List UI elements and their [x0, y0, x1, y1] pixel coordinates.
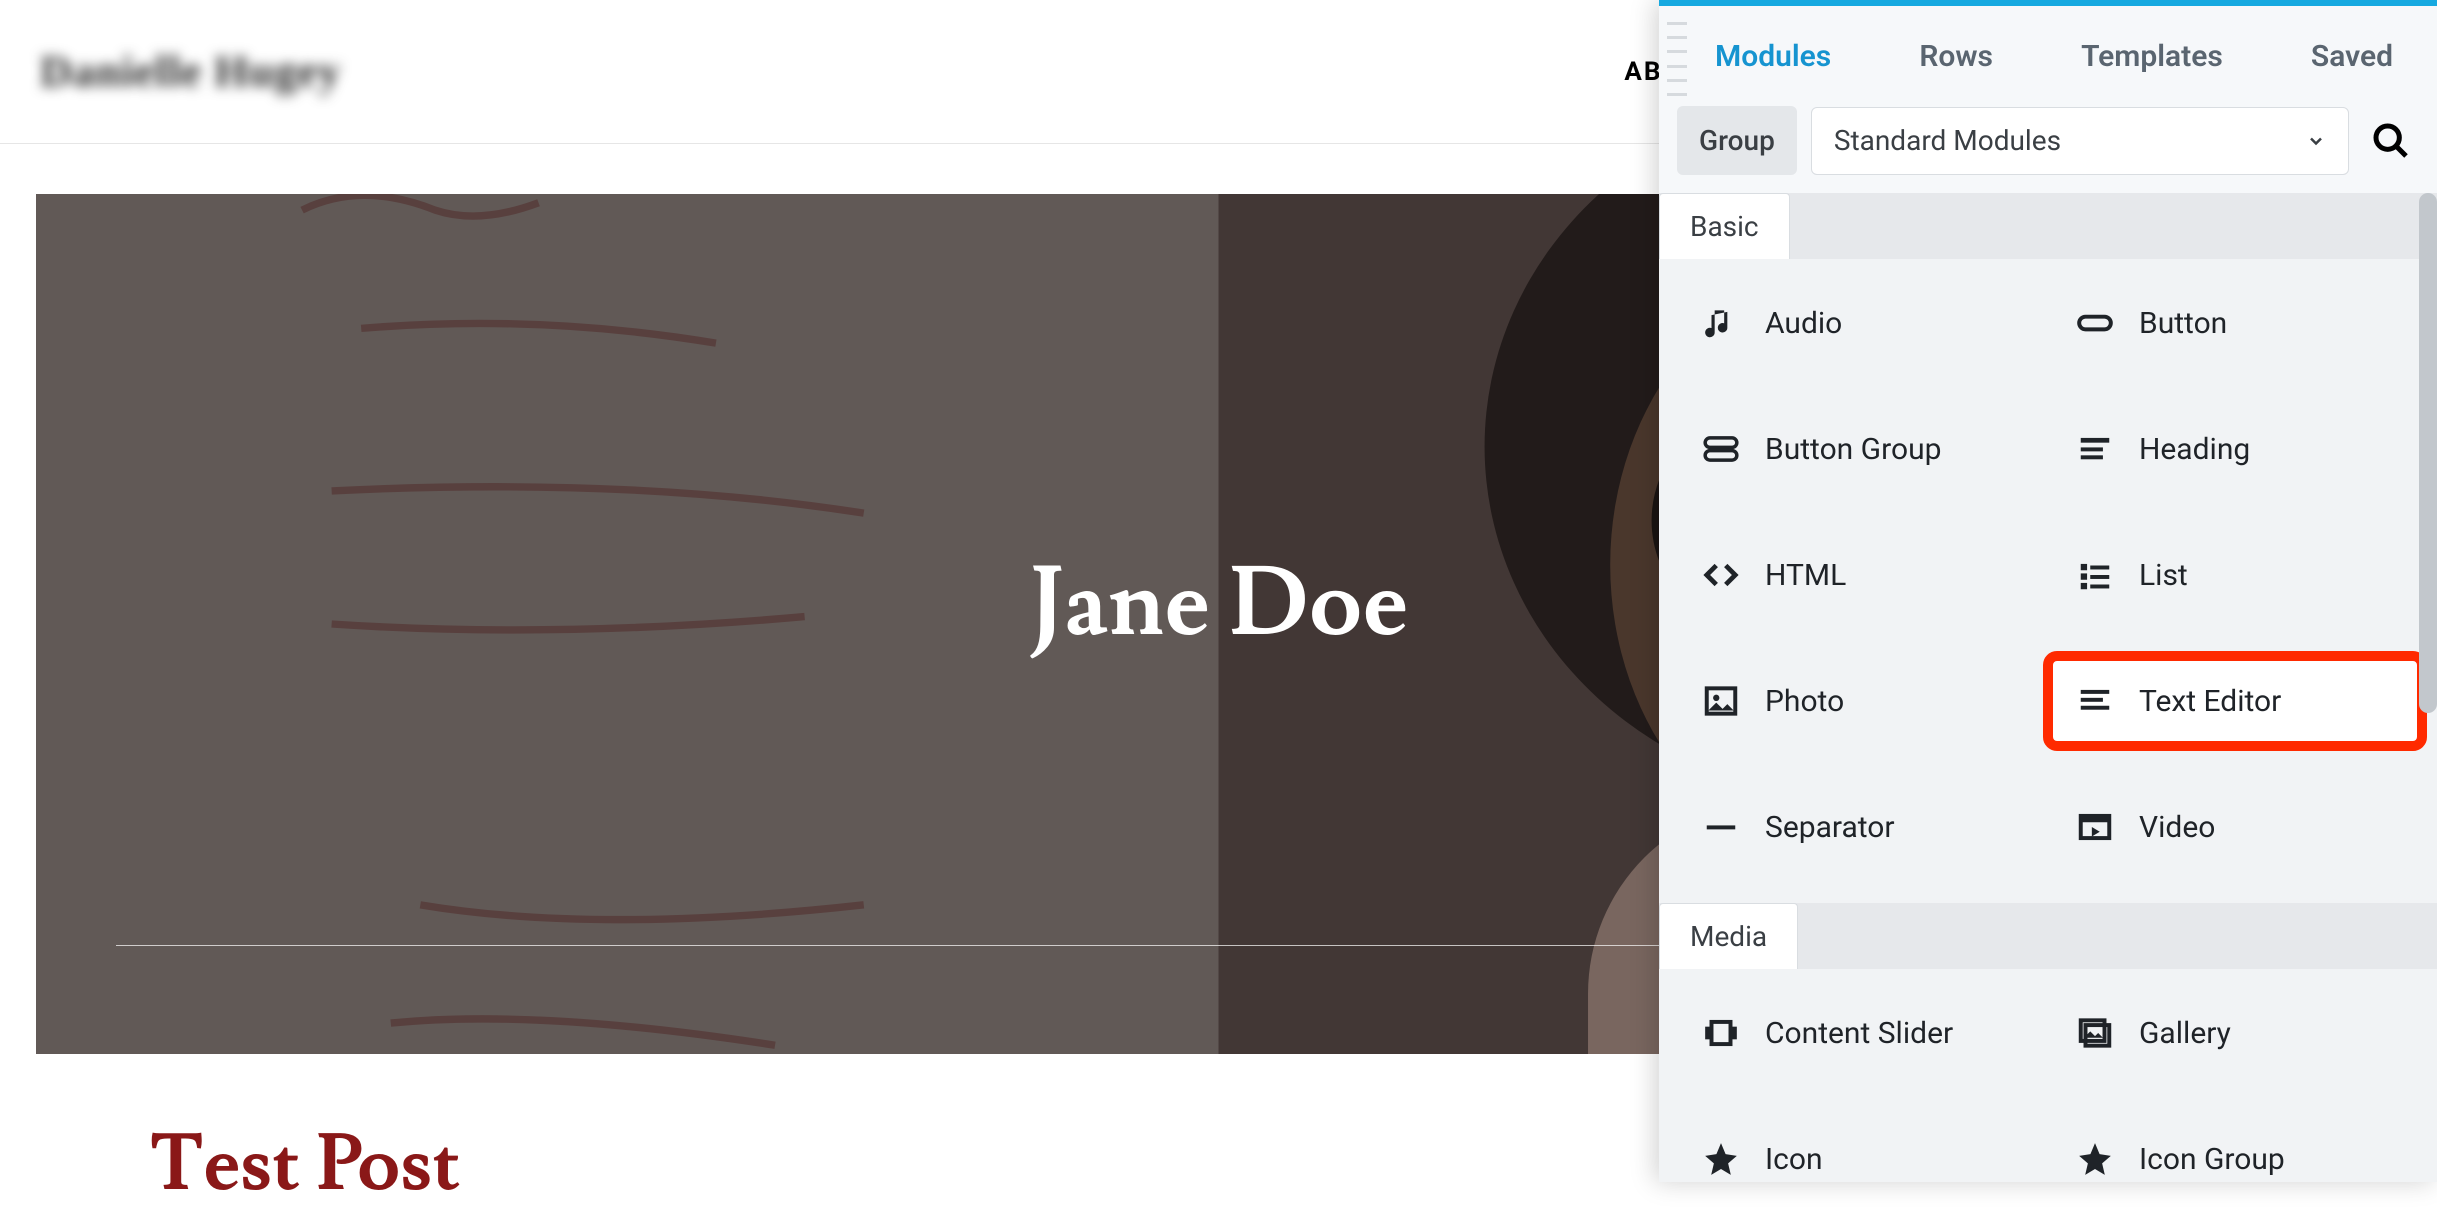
- button-icon: [2075, 303, 2115, 343]
- star-icon: [2075, 1139, 2115, 1179]
- audio-icon: [1701, 303, 1741, 343]
- separator-icon: [1701, 807, 1741, 847]
- module-label: Video: [2139, 810, 2215, 845]
- module-photo[interactable]: Photo: [1679, 661, 2043, 741]
- panel-drag-handle[interactable]: [1667, 16, 1687, 102]
- panel-caret-icon: [2311, 0, 2347, 6]
- module-label: Audio: [1765, 306, 1842, 341]
- chevron-down-icon: [2306, 131, 2326, 151]
- module-button-group[interactable]: Button Group: [1679, 409, 2043, 489]
- section-tab-media[interactable]: Media: [1659, 903, 1798, 969]
- section-tab-basic[interactable]: Basic: [1659, 193, 1790, 259]
- module-label: Photo: [1765, 684, 1844, 719]
- module-html[interactable]: HTML: [1679, 535, 2043, 615]
- module-label: Text Editor: [2139, 684, 2281, 719]
- panel-body: Basic Audio Button Button Group Heading: [1659, 193, 2437, 1182]
- module-icon-group[interactable]: Icon Group: [2053, 1119, 2417, 1182]
- module-label: Gallery: [2139, 1016, 2231, 1051]
- module-label: Icon: [1765, 1142, 1823, 1177]
- module-label: Button Group: [1765, 432, 1941, 467]
- builder-panel: Modules Rows Templates Saved Group Stand…: [1659, 0, 2437, 1182]
- module-grid-basic: Audio Button Button Group Heading HTML L: [1659, 259, 2437, 903]
- content-slider-icon: [1701, 1013, 1741, 1053]
- module-text-editor[interactable]: Text Editor: [2053, 661, 2417, 741]
- module-label: Separator: [1765, 810, 1895, 845]
- photo-icon: [1701, 681, 1741, 721]
- module-label: HTML: [1765, 558, 1846, 593]
- module-label: Content Slider: [1765, 1016, 1953, 1051]
- site-logo[interactable]: Danielle Hugey: [40, 46, 341, 97]
- list-icon: [2075, 555, 2115, 595]
- button-group-icon: [1701, 429, 1741, 469]
- tab-modules[interactable]: Modules: [1715, 39, 1831, 74]
- module-button[interactable]: Button: [2053, 283, 2417, 363]
- module-label: List: [2139, 558, 2188, 593]
- scrollbar[interactable]: [2419, 193, 2437, 713]
- module-gallery[interactable]: Gallery: [2053, 993, 2417, 1073]
- tab-saved[interactable]: Saved: [2311, 39, 2393, 74]
- module-label: Icon Group: [2139, 1142, 2285, 1177]
- module-label: Button: [2139, 306, 2227, 341]
- module-video[interactable]: Video: [2053, 787, 2417, 867]
- search-button[interactable]: [2363, 113, 2419, 169]
- group-button[interactable]: Group: [1677, 106, 1797, 175]
- module-group-select[interactable]: Standard Modules: [1811, 107, 2349, 175]
- section-header-basic: Basic: [1659, 193, 2437, 259]
- star-icon: [1701, 1139, 1741, 1179]
- search-icon: [2371, 121, 2411, 161]
- module-list[interactable]: List: [2053, 535, 2417, 615]
- panel-tabs: Modules Rows Templates Saved: [1659, 6, 2437, 106]
- module-audio[interactable]: Audio: [1679, 283, 2043, 363]
- tab-rows[interactable]: Rows: [1919, 39, 1993, 74]
- select-value: Standard Modules: [1834, 124, 2061, 157]
- tab-templates[interactable]: Templates: [2081, 39, 2223, 74]
- gallery-icon: [2075, 1013, 2115, 1053]
- module-label: Heading: [2139, 432, 2250, 467]
- section-header-media: Media: [1659, 903, 2437, 969]
- module-grid-media: Content Slider Gallery Icon Icon Group M…: [1659, 969, 2437, 1182]
- text-editor-icon: [2075, 681, 2115, 721]
- module-separator[interactable]: Separator: [1679, 787, 2043, 867]
- heading-icon: [2075, 429, 2115, 469]
- html-icon: [1701, 555, 1741, 595]
- filter-row: Group Standard Modules: [1659, 106, 2437, 193]
- video-icon: [2075, 807, 2115, 847]
- module-heading[interactable]: Heading: [2053, 409, 2417, 489]
- module-icon[interactable]: Icon: [1679, 1119, 2043, 1182]
- module-content-slider[interactable]: Content Slider: [1679, 993, 2043, 1073]
- hero-title: Jane Doe: [1029, 542, 1409, 667]
